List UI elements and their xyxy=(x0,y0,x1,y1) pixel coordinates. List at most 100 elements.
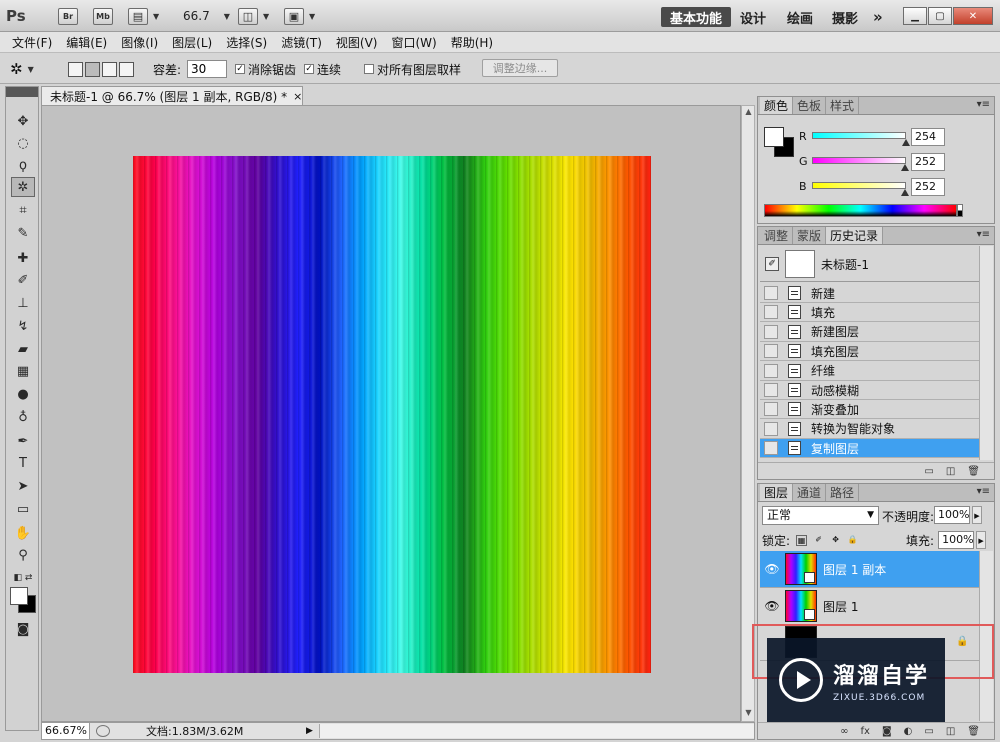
channel-slider[interactable] xyxy=(812,132,906,139)
crop-tool-icon[interactable]: ⌗ xyxy=(11,200,35,220)
workspace-design[interactable]: 设计 xyxy=(740,7,766,27)
lasso-tool-icon[interactable]: ϙ xyxy=(11,155,35,175)
document-tab[interactable]: 未标题-1 @ 66.7% (图层 1 副本, RGB/8) * × xyxy=(41,86,303,105)
tab-masks[interactable]: 蒙版 xyxy=(793,227,827,244)
toolbox-grip[interactable] xyxy=(6,87,38,97)
new-selection-icon[interactable] xyxy=(68,61,83,77)
channel-slider[interactable] xyxy=(812,182,906,189)
menu-view[interactable]: 视图(V) xyxy=(336,34,378,51)
lock-pixels-icon[interactable]: ✐ xyxy=(813,535,824,546)
healing-brush-tool-icon[interactable]: ✚ xyxy=(11,248,35,268)
zoom-tool-icon[interactable]: ⚲ xyxy=(11,545,35,565)
opacity-input[interactable]: 100% xyxy=(934,506,970,524)
panel-menu-icon[interactable]: ▾≡ xyxy=(977,486,990,497)
foreground-color-swatch[interactable] xyxy=(764,127,784,147)
history-source-checkbox[interactable] xyxy=(764,441,778,456)
gradient-tool-icon[interactable]: ▦ xyxy=(11,361,35,381)
history-state-row[interactable]: 复制图层 xyxy=(760,439,980,459)
zoom-field[interactable]: 66.67% xyxy=(42,723,90,739)
slider-thumb[interactable] xyxy=(900,164,909,171)
adjustment-layer-icon[interactable]: ◐ xyxy=(904,726,913,737)
lock-all-icon[interactable]: 🔒 xyxy=(847,535,858,546)
history-brush-tool-icon[interactable]: ↯ xyxy=(11,316,35,336)
new-snapshot-icon[interactable]: ◫ xyxy=(946,466,955,477)
lock-position-icon[interactable]: ✥ xyxy=(830,535,841,546)
trash-icon[interactable]: 🗑 xyxy=(967,466,980,477)
intersect-selection-icon[interactable] xyxy=(119,61,134,77)
zoom-level-dropdown[interactable]: 66.7 ▼ xyxy=(183,6,230,26)
canvas-image[interactable] xyxy=(133,156,651,673)
tab-styles[interactable]: 样式 xyxy=(826,97,860,114)
type-tool-icon[interactable]: T xyxy=(11,453,35,473)
menu-image[interactable]: 图像(I) xyxy=(121,34,158,51)
tool-preset-picker[interactable]: ✲ ▼ xyxy=(10,59,34,79)
refine-edge-button[interactable]: 调整边缘... xyxy=(482,59,558,77)
sample-all-layers-checkbox[interactable]: 对所有图层取样 xyxy=(364,59,461,79)
fill-arrow-icon[interactable]: ▶ xyxy=(976,531,987,549)
tab-color[interactable]: 颜色 xyxy=(760,97,794,114)
status-menu-arrow-icon[interactable]: ▶ xyxy=(306,726,313,736)
quick-mask-icon[interactable]: ◙ xyxy=(11,619,35,639)
workspace-painting[interactable]: 绘画 xyxy=(787,7,813,27)
trash-icon[interactable]: 🗑 xyxy=(967,726,980,737)
channel-slider[interactable] xyxy=(812,157,906,164)
history-source-checkbox[interactable] xyxy=(764,324,778,339)
opacity-arrow-icon[interactable]: ▶ xyxy=(972,506,982,524)
tab-layers[interactable]: 图层 xyxy=(760,484,794,501)
color-spectrum-bar[interactable] xyxy=(764,204,957,217)
horizontal-scrollbar[interactable] xyxy=(318,724,754,738)
panel-menu-icon[interactable]: ▾≡ xyxy=(977,229,990,240)
channel-value-input[interactable]: 252 xyxy=(911,178,945,196)
new-layer-icon[interactable]: ◫ xyxy=(946,726,955,737)
status-info-icon[interactable] xyxy=(96,725,110,737)
fill-input[interactable]: 100% xyxy=(938,531,975,549)
menu-help[interactable]: 帮助(H) xyxy=(451,34,493,51)
history-state-row[interactable]: 新建图层 xyxy=(760,323,980,342)
blur-tool-icon[interactable]: ● xyxy=(11,384,35,404)
tolerance-input[interactable] xyxy=(187,60,228,78)
blend-mode-dropdown[interactable]: 正常 ▼ xyxy=(762,506,879,525)
pen-tool-icon[interactable]: ✒ xyxy=(11,431,35,451)
new-document-from-state-icon[interactable]: ▭ xyxy=(924,466,933,477)
antialias-checkbox[interactable]: ✓ 消除锯齿 xyxy=(235,59,296,79)
slider-thumb[interactable] xyxy=(901,139,910,146)
channel-value-input[interactable]: 254 xyxy=(911,128,945,146)
scroll-up-icon[interactable]: ▲ xyxy=(743,107,754,119)
history-source-checkbox[interactable] xyxy=(764,402,778,417)
channel-value-input[interactable]: 252 xyxy=(911,153,945,171)
close-button[interactable]: ✕ xyxy=(953,7,993,25)
arrange-documents-button[interactable]: ◫ ▼ xyxy=(238,6,269,26)
minibridge-button[interactable]: Mb xyxy=(93,6,113,26)
dodge-tool-icon[interactable]: ♁ xyxy=(11,407,35,427)
layer-style-icon[interactable]: fx xyxy=(861,726,870,737)
history-source-checkbox[interactable] xyxy=(764,421,778,436)
add-to-selection-icon[interactable] xyxy=(85,61,100,77)
new-group-icon[interactable]: ▭ xyxy=(924,726,933,737)
tab-history[interactable]: 历史记录 xyxy=(826,227,884,244)
contiguous-checkbox[interactable]: ✓ 连续 xyxy=(304,59,341,79)
eraser-tool-icon[interactable]: ▰ xyxy=(11,339,35,359)
black-white-swatch[interactable] xyxy=(957,204,963,217)
slider-thumb[interactable] xyxy=(900,189,909,196)
history-source-checkbox[interactable] xyxy=(764,363,778,378)
menu-edit[interactable]: 编辑(E) xyxy=(66,34,107,51)
close-icon[interactable]: × xyxy=(293,90,302,103)
history-source-checkbox[interactable] xyxy=(764,305,778,320)
path-selection-tool-icon[interactable]: ➤ xyxy=(11,476,35,496)
history-source-checkbox[interactable] xyxy=(764,344,778,359)
menu-file[interactable]: 文件(F) xyxy=(12,34,52,51)
history-state-row[interactable]: 转换为智能对象 xyxy=(760,420,980,439)
marquee-tool-icon[interactable]: ◌ xyxy=(11,133,35,153)
magic-wand-tool-icon[interactable]: ✲ xyxy=(11,177,35,197)
history-source-checkbox[interactable] xyxy=(764,286,778,300)
tab-paths[interactable]: 路径 xyxy=(826,484,860,501)
menu-filter[interactable]: 滤镜(T) xyxy=(281,34,322,51)
bridge-button[interactable]: Br xyxy=(58,6,78,26)
history-state-row[interactable]: 填充 xyxy=(760,303,980,323)
history-state-row[interactable]: 动感模糊 xyxy=(760,381,980,400)
tab-adjustments[interactable]: 调整 xyxy=(760,227,794,244)
history-state-row[interactable]: 渐变叠加 xyxy=(760,400,980,420)
history-state-row[interactable]: 新建 xyxy=(760,284,980,303)
swap-colors-icon[interactable]: ◧ ⇄ xyxy=(11,568,35,588)
clone-stamp-tool-icon[interactable]: ⊥ xyxy=(11,293,35,313)
